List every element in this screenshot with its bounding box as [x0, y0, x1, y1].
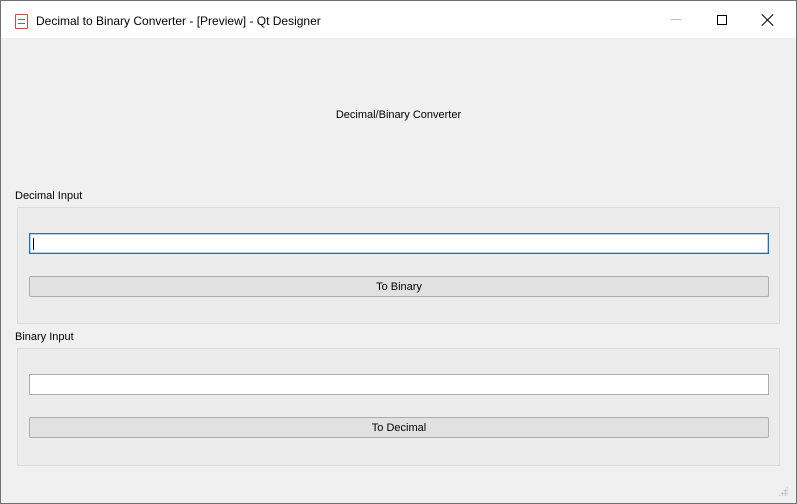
close-button[interactable] — [745, 1, 791, 38]
window-title: Decimal to Binary Converter - [Preview] … — [36, 14, 321, 28]
qt-designer-app-icon[interactable] — [15, 14, 28, 29]
to-binary-button[interactable]: To Binary — [29, 276, 769, 297]
binary-input[interactable] — [29, 374, 769, 395]
size-grip-icon[interactable] — [778, 486, 788, 496]
binary-group-label: Binary Input — [15, 331, 74, 343]
decimal-group-box: To Binary — [17, 207, 780, 324]
binary-group-box: To Decimal — [17, 348, 780, 466]
title-bar[interactable]: Decimal to Binary Converter - [Preview] … — [1, 1, 796, 38]
minimize-button[interactable] — [653, 1, 699, 38]
form-client-area: Decimal/Binary Converter Decimal Input T… — [7, 38, 790, 498]
text-caret — [33, 238, 34, 250]
maximize-icon — [717, 14, 727, 25]
app-window: Decimal to Binary Converter - [Preview] … — [0, 0, 797, 504]
decimal-group-label: Decimal Input — [15, 190, 83, 202]
close-icon — [762, 14, 774, 26]
form-heading: Decimal/Binary Converter — [335, 109, 462, 121]
minimize-icon — [671, 19, 681, 20]
decimal-input[interactable] — [29, 233, 769, 254]
to-decimal-button[interactable]: To Decimal — [29, 417, 769, 438]
maximize-button[interactable] — [699, 1, 745, 38]
